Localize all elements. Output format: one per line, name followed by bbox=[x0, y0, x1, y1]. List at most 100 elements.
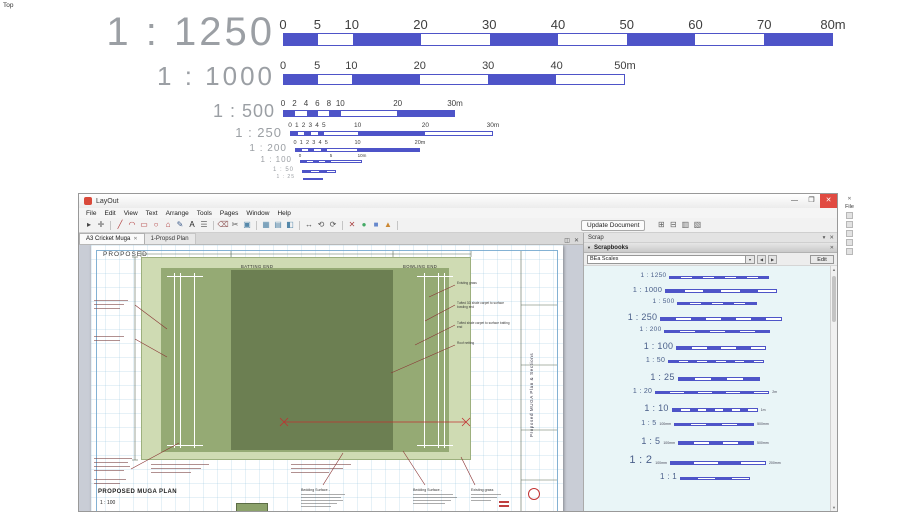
window-body: A3 Cricket Muga ✕ 1-Propsd Plan ◫ ✕ PROP… bbox=[79, 233, 837, 511]
scale-unit-label: 100mm bbox=[663, 442, 675, 446]
annotation-placeholder bbox=[471, 494, 501, 495]
scale-ratio-label: 1 : 2 bbox=[629, 455, 652, 466]
list-view-icon[interactable]: ▥ bbox=[679, 219, 691, 231]
line-tool-icon[interactable]: ╱ bbox=[114, 219, 126, 231]
collapse-panel-icon[interactable]: ⊟ bbox=[667, 219, 679, 231]
split-tool-icon[interactable]: ✂ bbox=[229, 219, 241, 231]
scrapbook-content[interactable]: 1 : 1250 1 : 1000 1 : 500 1 : 250 1 : 200 1 :… bbox=[584, 266, 837, 511]
scrapbook-scale-item[interactable]: 1 : 101m bbox=[584, 404, 826, 413]
scrapbook-scale-item[interactable]: 1 : 25 bbox=[584, 373, 826, 382]
minimize-button[interactable]: — bbox=[786, 194, 803, 208]
undo-icon[interactable]: ⟲ bbox=[315, 219, 327, 231]
tab-close-icon[interactable]: ✕ bbox=[133, 234, 137, 244]
menu-window[interactable]: Window bbox=[242, 210, 273, 217]
scale-unit-label: 100mm bbox=[659, 423, 671, 427]
delete-icon[interactable]: ✕ bbox=[346, 219, 358, 231]
drawing-canvas[interactable]: PROPOSED bbox=[79, 245, 583, 511]
strip-icon[interactable] bbox=[846, 230, 853, 237]
close-section-icon[interactable]: ✕ bbox=[830, 245, 834, 251]
paper-sheet[interactable]: PROPOSED bbox=[91, 245, 563, 511]
arc-tool-icon[interactable]: ◠ bbox=[126, 219, 138, 231]
menu-text[interactable]: Text bbox=[142, 210, 162, 217]
scroll-down-icon[interactable]: ▼ bbox=[831, 505, 837, 510]
redo-icon[interactable]: ⟳ bbox=[327, 219, 339, 231]
close-doc-icon[interactable]: ✕ bbox=[574, 237, 579, 244]
strip-icon[interactable] bbox=[846, 248, 853, 255]
menu-arrange[interactable]: Arrange bbox=[162, 210, 193, 217]
strip-icon[interactable] bbox=[846, 212, 853, 219]
scrapbook-scale-item[interactable]: 1 : 202m bbox=[584, 388, 826, 395]
annotation-placeholder bbox=[471, 497, 497, 498]
scrapbook-scale-item[interactable]: 1 : 5100mm500mm bbox=[584, 437, 826, 446]
warning-icon[interactable]: ▲ bbox=[382, 219, 394, 231]
scrapbook-scale-item[interactable]: 1 : 250 bbox=[584, 313, 826, 322]
scrapbook-scale-item[interactable]: 1 : 1250 bbox=[584, 273, 826, 280]
scrapbook-scale-item[interactable]: 1 : 500 bbox=[584, 299, 826, 306]
scale-bar bbox=[674, 423, 754, 426]
titleblock-title: Proposed MUGA Plan & Sections bbox=[529, 267, 534, 437]
scale-ratio-label: 1 : 50 bbox=[646, 357, 665, 364]
prev-page-button[interactable]: ◀ bbox=[757, 255, 766, 264]
fill-icon[interactable]: ◧ bbox=[284, 219, 296, 231]
label-tool-icon[interactable]: ☰ bbox=[198, 219, 210, 231]
close-panel-icon[interactable]: ✕ bbox=[829, 235, 834, 241]
toolbar-separator bbox=[256, 221, 257, 230]
scrapbook-scale-item[interactable]: 1 : 50 bbox=[584, 357, 826, 364]
toolbar-left-group: ▸✛ ╱◠▭○⌂✎A☰ ⌫✂▣ ▦▤◧ ↔⟲⟳ ✕●■▲ bbox=[83, 219, 401, 231]
scrollbar-thumb[interactable] bbox=[832, 276, 836, 322]
scale-unit-label: 2m bbox=[772, 391, 777, 395]
scrapbook-scale-item[interactable]: 1 : 5100mm500mm bbox=[584, 420, 826, 427]
close-icon[interactable]: ✕ bbox=[847, 196, 851, 202]
annotation-placeholder bbox=[413, 497, 457, 498]
scrapbook-select[interactable]: BEa Scales ▾ bbox=[587, 255, 755, 264]
tab-propsd-plan[interactable]: 1-Propsd Plan bbox=[145, 233, 196, 244]
flip-icon[interactable]: ↔ bbox=[303, 219, 315, 231]
layers-icon[interactable]: ▤ bbox=[272, 219, 284, 231]
color-icon[interactable]: ● bbox=[358, 219, 370, 231]
polygon-tool-icon[interactable]: ⌂ bbox=[162, 219, 174, 231]
menu-edit[interactable]: Edit bbox=[100, 210, 119, 217]
tab-a3-cricket-muga[interactable]: A3 Cricket Muga ✕ bbox=[79, 233, 145, 244]
window-titlebar[interactable]: LayOut — ❐ ✕ bbox=[79, 194, 837, 208]
annotation-placeholder bbox=[301, 503, 337, 504]
scrapbooks-section-header[interactable]: ▼ Scrapbooks ✕ bbox=[584, 243, 837, 253]
pattern-fill-icon[interactable]: ▦ bbox=[260, 219, 272, 231]
scrapbook-scale-item[interactable]: 1 : 200 bbox=[584, 327, 826, 334]
menu-pages[interactable]: Pages bbox=[216, 210, 242, 217]
text-tool-icon[interactable]: A bbox=[186, 219, 198, 231]
columns-view-icon[interactable]: ▧ bbox=[691, 219, 703, 231]
scrapbook-scale-item[interactable]: 1 : 1000 bbox=[584, 286, 826, 294]
menu-help[interactable]: Help bbox=[273, 210, 294, 217]
shape-icon[interactable]: ■ bbox=[370, 219, 382, 231]
move-icon[interactable]: ✛ bbox=[95, 219, 107, 231]
circle-tool-icon[interactable]: ○ bbox=[150, 219, 162, 231]
maximize-button[interactable]: ❐ bbox=[803, 194, 820, 208]
scrapbook-scale-item[interactable]: 1 : 100 bbox=[584, 342, 826, 351]
select-arrow-icon[interactable]: ▸ bbox=[83, 219, 95, 231]
scroll-up-icon[interactable]: ▲ bbox=[831, 267, 837, 272]
menu-view[interactable]: View bbox=[120, 210, 142, 217]
collapse-panel-icon[interactable]: ▾ bbox=[823, 235, 826, 241]
menu-file[interactable]: File bbox=[82, 210, 100, 217]
strip-icon[interactable] bbox=[846, 221, 853, 228]
split-view-icon[interactable]: ◫ bbox=[564, 237, 570, 244]
style-tool-icon[interactable]: ▣ bbox=[241, 219, 253, 231]
panel-toggle-icon[interactable]: ⊞ bbox=[655, 219, 667, 231]
menu-tools[interactable]: Tools bbox=[193, 210, 216, 217]
scrollbar[interactable]: ▲ ▼ bbox=[830, 266, 837, 511]
next-page-button[interactable]: ▶ bbox=[768, 255, 777, 264]
scale-ratio-label: 1 : 100 bbox=[261, 156, 292, 164]
scale-bar bbox=[677, 302, 757, 305]
close-button[interactable]: ✕ bbox=[820, 194, 837, 208]
update-document-button[interactable]: Update Document bbox=[581, 220, 645, 231]
scrapbook-scale-item[interactable]: 1 : 1 bbox=[584, 473, 826, 481]
scale-ratio-label: 1 : 1250 bbox=[641, 273, 667, 280]
edit-button[interactable]: Edit bbox=[810, 255, 834, 264]
scale-tick-label: 0 bbox=[281, 100, 285, 108]
toolbar-separator bbox=[110, 221, 111, 230]
scrapbook-scale-item[interactable]: 1 : 2100mm200mm bbox=[584, 455, 826, 466]
strip-icon[interactable] bbox=[846, 239, 853, 246]
erase-tool-icon[interactable]: ⌫ bbox=[217, 219, 229, 231]
rectangle-tool-icon[interactable]: ▭ bbox=[138, 219, 150, 231]
pencil-tool-icon[interactable]: ✎ bbox=[174, 219, 186, 231]
